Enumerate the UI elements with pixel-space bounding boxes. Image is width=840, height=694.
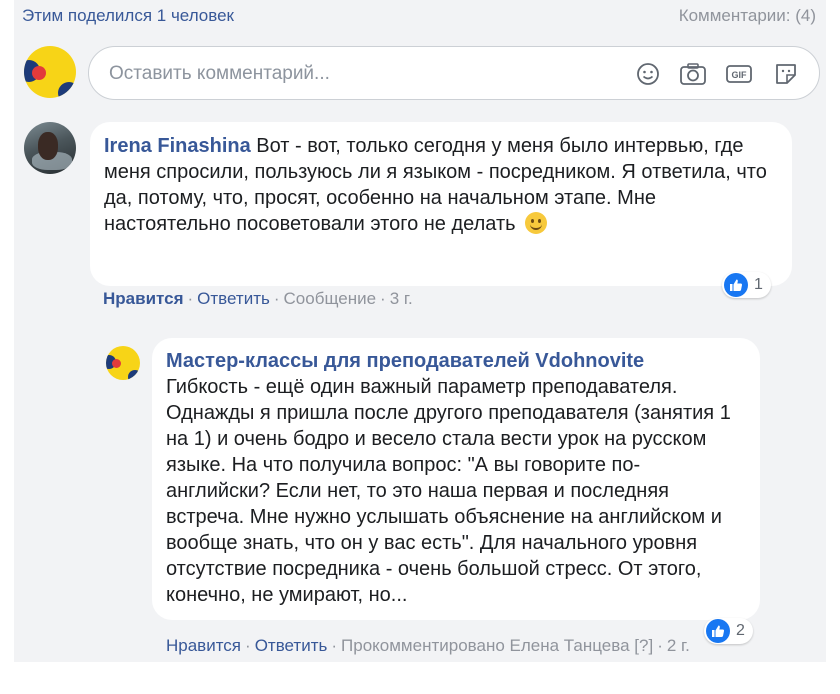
shared-count-link[interactable]: Этим поделился 1 человек xyxy=(22,6,234,26)
like-reaction-icon xyxy=(706,619,730,643)
smile-emoji-icon xyxy=(525,212,548,234)
comments-count[interactable]: Комментарии: (4) xyxy=(679,6,816,26)
reply-actions: Нравится · Ответить · Прокомментировано Елен… xyxy=(166,636,690,655)
reply-text: Гибкость - ещё один важный параметр преп… xyxy=(166,376,731,606)
reply-link[interactable]: Ответить xyxy=(197,289,270,308)
comment-timestamp[interactable]: 3 г. xyxy=(390,289,413,308)
camera-icon[interactable] xyxy=(679,61,706,87)
like-link[interactable]: Нравится xyxy=(103,289,184,308)
current-user-avatar[interactable] xyxy=(24,46,76,98)
reply-author-link[interactable]: Мастер-классы для преподавателей Vdohnov… xyxy=(166,348,744,374)
comment-bubble: Irena Finashina Вот - вот, только сегодн… xyxy=(90,122,792,286)
message-link[interactable]: Сообщение xyxy=(284,289,377,308)
like-reaction-icon xyxy=(724,273,748,297)
reply-author-avatar[interactable] xyxy=(106,346,140,380)
reply-bubble: Мастер-классы для преподавателей Vdohnov… xyxy=(152,338,760,620)
reaction-summary[interactable]: 1 xyxy=(722,272,771,298)
comment-author-avatar[interactable] xyxy=(24,122,76,174)
reply-link[interactable]: Ответить xyxy=(255,636,328,655)
commented-by-text[interactable]: Прокомментировано Елена Танцева [?] xyxy=(341,636,653,655)
comments-header: Этим поделился 1 человек Комментарии: (4… xyxy=(14,0,826,30)
gif-icon[interactable]: GIF xyxy=(725,61,752,87)
reaction-count: 2 xyxy=(736,622,745,639)
emoji-icon[interactable] xyxy=(635,61,661,87)
sticker-icon[interactable] xyxy=(773,61,799,87)
comment-input[interactable] xyxy=(107,59,611,89)
reply-timestamp[interactable]: 2 г. xyxy=(667,636,690,655)
comment-actions: Нравится · Ответить · Сообщение · 3 г. xyxy=(103,289,413,308)
like-link[interactable]: Нравится xyxy=(166,636,241,655)
comment-author-link[interactable]: Irena Finashina xyxy=(104,135,251,157)
svg-text:GIF: GIF xyxy=(732,70,748,80)
reaction-summary[interactable]: 2 xyxy=(704,618,753,644)
comment-composer[interactable]: GIF xyxy=(88,46,820,100)
reaction-count: 1 xyxy=(754,276,763,293)
comments-panel: Этим поделился 1 человек Комментарии: (4… xyxy=(14,0,826,662)
